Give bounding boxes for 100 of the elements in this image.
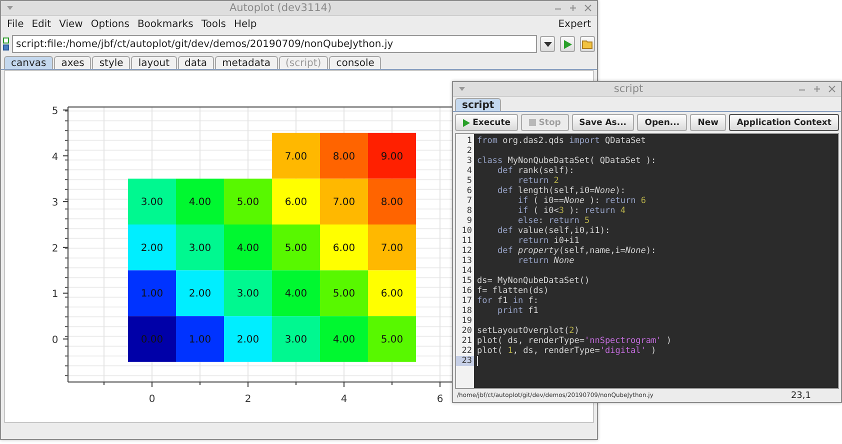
toolbar-button[interactable]: Execute (455, 114, 518, 131)
line-number: 9 (466, 216, 473, 226)
tab[interactable]: canvas (4, 56, 54, 69)
line-number: 16 (460, 286, 473, 296)
tab[interactable]: axes (54, 56, 92, 69)
line-number: 10 (460, 226, 473, 236)
code-token: f1 (527, 306, 538, 316)
code-token: 5 (584, 216, 590, 226)
window-title: Autoplot (dev3114) (228, 2, 333, 14)
code-token: ): (568, 206, 580, 216)
cell-value: 3.00 (188, 242, 212, 254)
code-token: rank(self): (516, 166, 574, 176)
window-title: script (612, 83, 644, 95)
cell-value: 5.00 (284, 242, 308, 254)
code-token: ( i0== (532, 196, 564, 206)
code-token: 2 (569, 326, 574, 336)
cell-value: 5.00 (380, 334, 404, 346)
cell-value: 3.00 (236, 288, 260, 300)
code-token: QDataSet (604, 136, 646, 146)
code-token: return (604, 196, 636, 206)
code-token: 'nnSpectrogram' (584, 336, 662, 346)
axis-tick-label: 2 (52, 243, 58, 254)
menu-item[interactable]: Edit (28, 19, 56, 30)
line-number: 2 (466, 146, 473, 156)
cell-value: 6.00 (380, 288, 404, 300)
code-token: 3 (558, 206, 564, 216)
line-number: 20 (460, 326, 473, 336)
axis-tick-label: 4 (340, 394, 348, 405)
code-token: if (516, 196, 528, 206)
code-token: plot( ds, renderType= (477, 336, 584, 346)
code-token: ): (615, 186, 626, 196)
tab[interactable]: data (178, 56, 214, 69)
line-number: 12 (460, 246, 473, 256)
cell-value: 1.00 (188, 334, 212, 346)
code-token: ) (574, 326, 580, 336)
line-number: 23 (456, 356, 474, 366)
tab[interactable]: style (92, 56, 130, 69)
maximize-icon[interactable] (569, 4, 577, 12)
code-token: return (516, 236, 549, 246)
tab[interactable]: script (455, 98, 502, 111)
code-token: ): (588, 196, 601, 206)
line-number: 6 (466, 186, 473, 196)
cell-value: 7.00 (284, 151, 308, 162)
stop-icon (528, 119, 536, 126)
cell-value: 4.00 (188, 197, 212, 208)
line-number: 13 (460, 256, 473, 266)
cell-value: 2.00 (188, 288, 212, 300)
code-token: for (477, 296, 492, 306)
menu-item[interactable]: Tools (197, 19, 230, 30)
code-token: def (496, 186, 513, 196)
line-number: 7 (466, 196, 473, 206)
tab[interactable]: metadata (215, 56, 278, 69)
address-field[interactable]: script:file:/home/jbf/ct/autoplot/git/dev/demos/20190709/nonQubeJython.jy (12, 35, 537, 53)
menu-item[interactable]: Options (86, 19, 134, 30)
code-token: property (516, 246, 559, 256)
line-number: 21 (460, 336, 473, 346)
cell-value: 0.00 (140, 334, 164, 346)
folder-icon (582, 39, 593, 49)
text-caret (477, 356, 478, 366)
tab[interactable]: console (329, 56, 382, 69)
menu-item[interactable]: View (55, 19, 87, 30)
mode-label[interactable]: Expert (554, 19, 595, 30)
window-menu-icon[interactable] (458, 85, 466, 93)
code-token: 'digital' (600, 346, 646, 356)
axis-tick-label: 3 (52, 198, 58, 209)
run-button[interactable] (560, 36, 575, 52)
code-token: return (516, 176, 549, 186)
code-token: import (569, 136, 600, 146)
code-token: ): (646, 246, 656, 256)
code-token: def (496, 246, 513, 256)
open-file-button[interactable] (580, 36, 595, 52)
code-token: MyNonQubeDataSet( QDataSet ): (506, 156, 656, 166)
toolbar-button[interactable]: Open... (637, 114, 688, 131)
axis-tick-label: 1 (52, 289, 58, 300)
code-token: in (512, 296, 524, 306)
menu-item[interactable]: Bookmarks (133, 19, 198, 30)
toolbar-button[interactable]: Application Context (729, 114, 840, 131)
close-icon[interactable] (584, 4, 592, 12)
line-number: 8 (466, 206, 473, 216)
code-token: (self,name,i= (558, 246, 626, 256)
menu-item[interactable]: Help (230, 19, 261, 30)
cell-value: 3.00 (284, 334, 308, 346)
code-token: plot( (477, 346, 504, 356)
window-menu-icon[interactable] (6, 4, 14, 12)
code-token: return (548, 216, 580, 226)
code-token: value(self,i0,i1): (516, 226, 610, 236)
code-token: f: (527, 296, 538, 306)
cell-value: 7.00 (380, 242, 404, 254)
toolbar-button[interactable]: Save As... (572, 114, 634, 131)
code-token: org.das2.qds (502, 136, 566, 146)
code-editor[interactable] (455, 133, 839, 389)
cell-value: 4.00 (284, 288, 308, 300)
cursor-position: 23,1 (790, 390, 811, 400)
close-icon[interactable] (828, 85, 836, 93)
tab[interactable]: layout (131, 56, 177, 69)
dropdown-button[interactable] (540, 36, 555, 52)
menu-item[interactable]: File (3, 19, 28, 30)
toolbar-button[interactable]: New (690, 114, 726, 131)
maximize-icon[interactable] (813, 85, 821, 93)
line-number: 14 (460, 266, 473, 276)
